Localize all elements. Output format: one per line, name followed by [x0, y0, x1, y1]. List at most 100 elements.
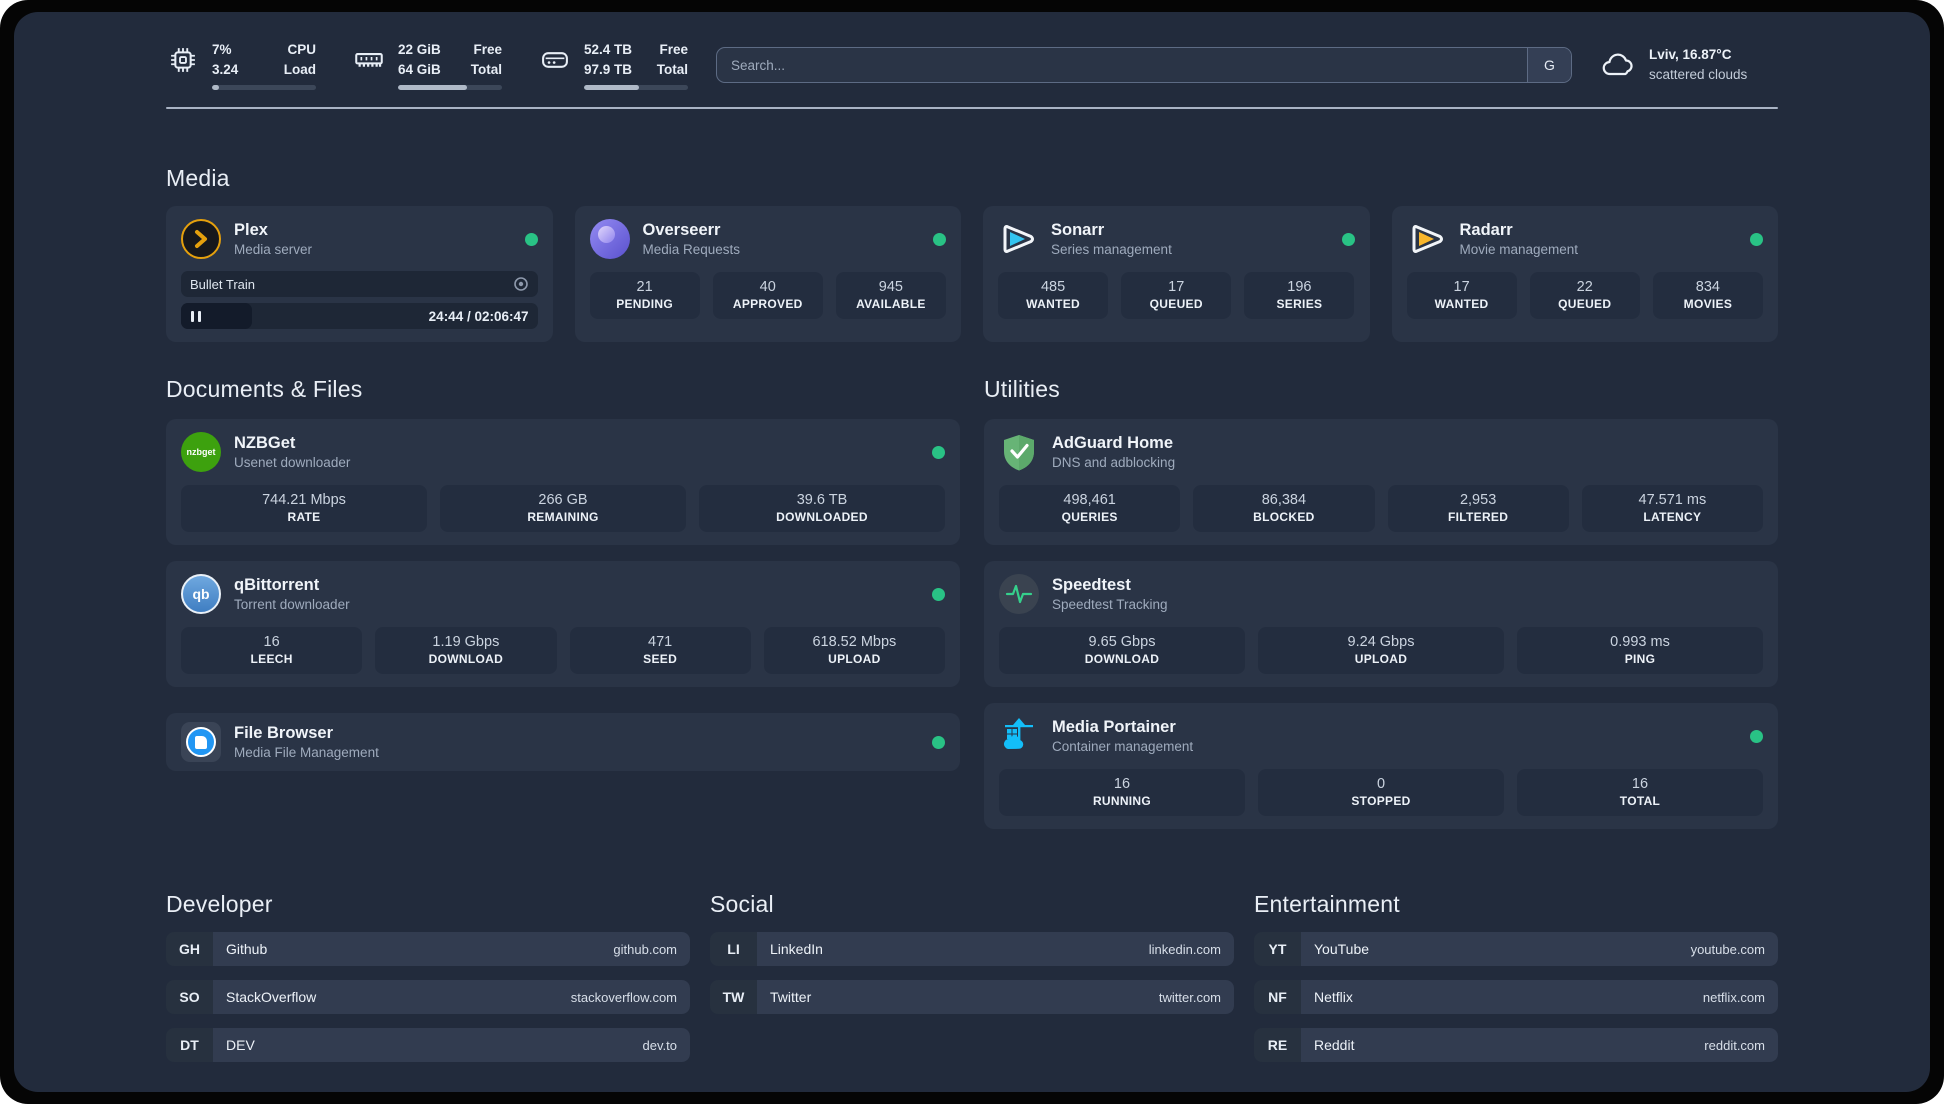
search-engine-button[interactable]: G: [1527, 48, 1571, 82]
nzbget-status-dot: [932, 445, 945, 459]
weather-condition: scattered clouds: [1649, 67, 1748, 82]
memory-free-value: 22 GiB: [398, 42, 441, 58]
app-card-qbittorrent[interactable]: qb qBittorrent Torrent downloader 16 LEE…: [166, 561, 960, 687]
app-card-portainer[interactable]: Media Portainer Container management 16 …: [984, 703, 1778, 829]
stat-tile: 47.571 ms LATENCY: [1581, 485, 1763, 532]
search-bar: G: [716, 47, 1572, 83]
overseerr-name: Overseerr: [642, 220, 721, 239]
app-card-radarr[interactable]: Radarr Movie management 17 WANTED 22 QUE…: [1391, 206, 1778, 342]
bookmark-youtube[interactable]: YT YouTube youtube.com: [1254, 932, 1778, 966]
adguard-icon: [999, 432, 1039, 472]
radarr-description: Movie management: [1459, 241, 1579, 257]
portainer-description: Container management: [1052, 738, 1194, 754]
bookmark-reddit[interactable]: RE Reddit reddit.com: [1254, 1028, 1778, 1062]
bookmark-name: Reddit: [1314, 1037, 1355, 1053]
stat-label: LATENCY: [1643, 510, 1702, 524]
hardware-monitors: 7% 3.24 CPU Load 22 GiB 64 GiB Free Tota…: [166, 40, 688, 90]
stat-value: 22: [1576, 279, 1593, 295]
media-section-title: Media: [166, 165, 230, 191]
portainer-status-dot: [1750, 729, 1763, 743]
cpu-progress-track: [212, 84, 316, 90]
memory-icon: [355, 53, 383, 67]
stat-label: PENDING: [616, 297, 673, 311]
app-card-filebrowser[interactable]: File Browser Media File Management: [166, 713, 960, 771]
app-card-overseerr[interactable]: Overseerr Media Requests 21 PENDING 40 A…: [574, 206, 961, 342]
stat-tile: 9.65 Gbps DOWNLOAD: [999, 627, 1245, 674]
app-card-speedtest[interactable]: Speedtest Speedtest Tracking 9.65 Gbps D…: [984, 561, 1778, 687]
player-session-icon: [513, 277, 528, 291]
bookmark-url: stackoverflow.com: [570, 989, 677, 1005]
disk-progress-track: [584, 84, 688, 90]
bookmark-linkedin[interactable]: LI LinkedIn linkedin.com: [710, 932, 1234, 966]
stat-value: 40: [759, 279, 776, 295]
bookmark-name: DEV: [226, 1037, 255, 1053]
stat-value: 485: [1040, 279, 1066, 295]
stat-value: 9.65 Gbps: [1088, 634, 1156, 650]
weather-widget: Lviv, 16.87°C scattered clouds: [1600, 45, 1778, 86]
stat-label: QUERIES: [1061, 510, 1118, 524]
cpu-load-value: 3.24: [212, 62, 239, 77]
header-divider: [166, 107, 1778, 109]
disk-progress-fill: [584, 84, 640, 90]
stat-tile: 16 RUNNING: [999, 769, 1245, 816]
bookmark-dev[interactable]: DT DEV dev.to: [166, 1028, 690, 1062]
stat-label: APPROVED: [732, 297, 803, 311]
stat-value: 86,384: [1261, 492, 1307, 508]
cpu-progress-fill: [212, 84, 220, 90]
window-frame: 7% 3.24 CPU Load 22 GiB 64 GiB Free Tota…: [0, 0, 1944, 1104]
plex-icon: [181, 219, 221, 259]
nzbget-name: NZBGet: [234, 433, 296, 452]
stat-tile: 266 GB REMAINING: [440, 485, 686, 532]
app-card-sonarr[interactable]: Sonarr Series management 485 WANTED 17 Q…: [983, 206, 1370, 342]
stat-tile: 86,384 BLOCKED: [1193, 485, 1375, 532]
stat-label: QUEUED: [1149, 297, 1203, 311]
bookmark-twitter[interactable]: TW Twitter twitter.com: [710, 980, 1234, 1014]
stat-value: 16: [1631, 776, 1649, 792]
stat-tile: 0 STOPPED: [1258, 769, 1504, 816]
bookmark-abbr: RE: [1254, 1028, 1301, 1062]
app-card-nzbget[interactable]: nzbget NZBGet Usenet downloader 744.21 M…: [166, 419, 960, 545]
pause-icon: [191, 310, 201, 322]
stat-value: 0: [1376, 776, 1386, 792]
search-input[interactable]: [717, 48, 1527, 82]
stat-label: DOWNLOAD: [428, 652, 504, 666]
adguard-description: DNS and adblocking: [1052, 454, 1176, 470]
memory-progress-track: [398, 84, 502, 90]
bookmark-abbr: TW: [710, 980, 757, 1014]
app-card-adguard[interactable]: AdGuard Home DNS and adblocking 498,461 …: [984, 419, 1778, 545]
stat-value: 618.52 Mbps: [812, 634, 897, 650]
bookmark-name: Github: [226, 941, 268, 957]
stat-value: 47.571 ms: [1638, 492, 1707, 508]
bookmark-github[interactable]: GH Github github.com: [166, 932, 690, 966]
cpu-monitor: 7% 3.24 CPU Load: [166, 40, 316, 90]
pause-button[interactable]: [181, 303, 253, 329]
stat-tile: 498,461 QUERIES: [999, 485, 1181, 532]
section-entertainment: Entertainment YT YouTube youtube.com NF …: [1254, 891, 1778, 1076]
speedtest-name: Speedtest: [1052, 575, 1131, 594]
app-card-plex[interactable]: Plex Media server Bullet Train 24:44 / 0…: [166, 206, 553, 342]
qbittorrent-description: Torrent downloader: [234, 596, 350, 612]
bookmark-abbr: SO: [166, 980, 213, 1014]
radarr-name: Radarr: [1459, 220, 1513, 239]
bookmark-stackoverflow[interactable]: SO StackOverflow stackoverflow.com: [166, 980, 690, 1014]
plex-description: Media server: [234, 241, 313, 257]
bookmark-abbr: GH: [166, 932, 213, 966]
stat-label: RUNNING: [1092, 794, 1152, 808]
bookmark-abbr: YT: [1254, 932, 1301, 966]
cloud-icon: [1602, 53, 1633, 76]
stat-value: 744.21 Mbps: [262, 492, 346, 508]
stat-label: REMAINING: [527, 510, 599, 524]
bookmark-url: youtube.com: [1690, 941, 1765, 957]
stat-value: 9.24 Gbps: [1347, 634, 1415, 650]
now-playing-title: Bullet Train: [190, 276, 256, 292]
stat-label: MOVIES: [1683, 297, 1733, 311]
bookmark-url: reddit.com: [1704, 1037, 1765, 1053]
stat-tile: 17 QUEUED: [1121, 272, 1232, 319]
bookmark-netflix[interactable]: NF Netflix netflix.com: [1254, 980, 1778, 1014]
stat-tile: 2,953 FILTERED: [1387, 485, 1569, 532]
stat-label: UPLOAD: [828, 652, 881, 666]
stat-tile: 471 SEED: [569, 627, 751, 674]
memory-free-label: Free: [473, 42, 502, 58]
stat-tile: 618.52 Mbps UPLOAD: [763, 627, 945, 674]
memory-progress-fill: [398, 84, 467, 90]
